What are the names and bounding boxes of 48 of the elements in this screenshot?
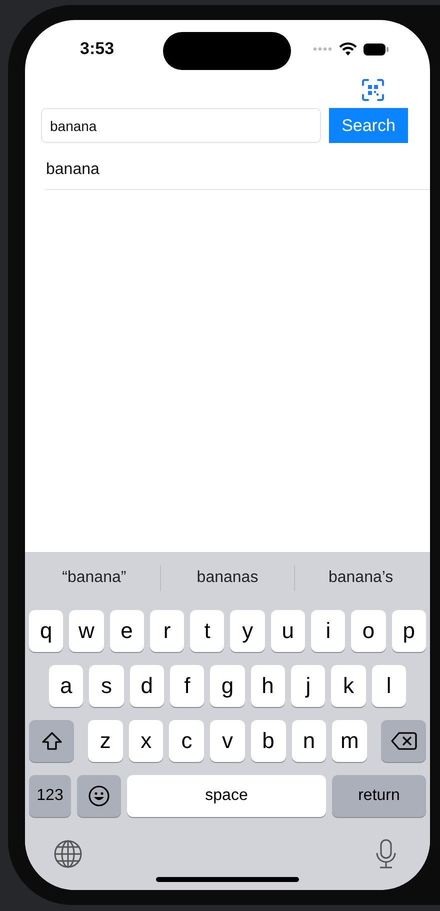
key[interactable]: w — [69, 610, 104, 652]
delete-key[interactable] — [381, 720, 426, 762]
suggestion[interactable]: banana’s — [294, 563, 427, 593]
space-key[interactable]: space — [127, 775, 326, 817]
signal-icon — [313, 46, 333, 52]
key[interactable]: j — [290, 665, 326, 707]
key[interactable]: p — [392, 610, 426, 652]
key[interactable]: d — [130, 665, 164, 707]
wifi-icon — [339, 42, 357, 56]
key[interactable]: c — [169, 720, 204, 762]
key[interactable]: i — [311, 610, 346, 652]
search-button[interactable]: Search — [329, 108, 408, 143]
shift-key[interactable] — [29, 720, 74, 762]
key[interactable]: x — [128, 720, 164, 762]
key[interactable]: m — [332, 720, 368, 762]
return-key[interactable]: return — [332, 775, 426, 817]
key[interactable]: b — [250, 720, 286, 762]
globe-icon[interactable] — [53, 839, 83, 869]
microphone-icon[interactable] — [375, 839, 397, 869]
key[interactable]: e — [110, 610, 144, 652]
key[interactable]: k — [331, 665, 366, 707]
emoji-key[interactable] — [77, 775, 121, 817]
backspace-icon — [390, 732, 417, 750]
qr-scan-icon[interactable] — [361, 78, 385, 102]
key[interactable]: v — [210, 720, 245, 762]
key[interactable]: l — [372, 665, 406, 707]
key[interactable]: g — [210, 665, 245, 707]
status-time: 3:53 — [80, 39, 114, 59]
result-item[interactable]: banana — [45, 155, 430, 190]
key[interactable]: q — [29, 610, 64, 652]
key[interactable]: h — [250, 665, 285, 707]
key[interactable]: a — [49, 665, 84, 707]
key[interactable]: z — [88, 720, 123, 762]
key[interactable]: t — [190, 610, 224, 652]
key[interactable]: u — [270, 610, 306, 652]
suggestion[interactable]: bananas — [161, 563, 294, 593]
suggestion[interactable]: “banana” — [28, 563, 160, 593]
battery-icon — [363, 42, 389, 56]
key[interactable]: r — [150, 610, 184, 652]
search-field[interactable]: banana — [41, 108, 321, 143]
smiley-icon — [88, 785, 110, 807]
key[interactable]: n — [292, 720, 326, 762]
key[interactable]: s — [89, 665, 124, 707]
shift-arrow-icon — [40, 731, 62, 751]
key[interactable]: f — [170, 665, 204, 707]
numbers-key[interactable]: 123 — [29, 775, 71, 817]
key[interactable]: y — [230, 610, 265, 652]
key[interactable]: o — [351, 610, 386, 652]
